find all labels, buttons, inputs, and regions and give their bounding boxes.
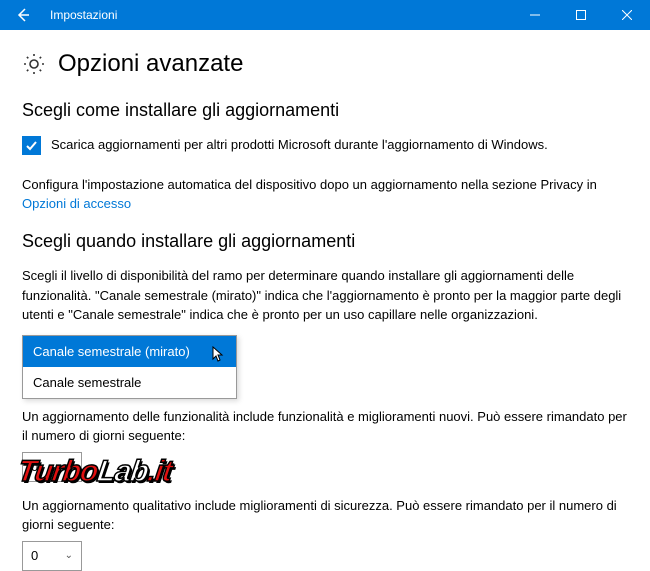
arrow-left-icon — [15, 7, 31, 23]
feature-defer-days-select[interactable]: 0 ⌄ — [22, 452, 82, 482]
check-icon — [25, 139, 38, 152]
section2-heading: Scegli quando installare gli aggiornamen… — [22, 231, 628, 252]
section1-heading: Scegli come installare gli aggiornamenti — [22, 100, 628, 121]
config-text: Configura l'impostazione automatica del … — [22, 175, 628, 195]
page-title: Opzioni avanzate — [58, 50, 243, 78]
dropdown-option-semiannual[interactable]: Canale semestrale — [23, 367, 236, 398]
checkbox-icon — [22, 136, 41, 155]
back-button[interactable] — [0, 0, 46, 30]
dropdown-option-targeted[interactable]: Canale semestrale (mirato) — [23, 336, 236, 367]
window-title: Impostazioni — [46, 0, 512, 30]
quality-defer-value: 0 — [31, 548, 38, 563]
quality-defer-days-select[interactable]: 0 ⌄ — [22, 541, 82, 571]
signin-options-link[interactable]: Opzioni di accesso — [22, 196, 131, 211]
minimize-button[interactable] — [512, 0, 558, 30]
content: Opzioni avanzate Scegli come installare … — [0, 30, 650, 571]
checkbox-other-products[interactable]: Scarica aggiornamenti per altri prodotti… — [22, 135, 628, 157]
window-controls — [512, 0, 650, 30]
chevron-down-icon: ⌄ — [65, 461, 73, 472]
quality-defer-text: Un aggiornamento qualitativo include mig… — [22, 496, 628, 535]
section2: Scegli quando installare gli aggiornamen… — [22, 231, 628, 571]
feature-defer-value: 0 — [31, 459, 38, 474]
feature-defer-text: Un aggiornamento delle funzionalità incl… — [22, 407, 628, 446]
maximize-button[interactable] — [558, 0, 604, 30]
checkbox-label: Scarica aggiornamenti per altri prodotti… — [51, 135, 548, 155]
dropdown-option-label: Canale semestrale (mirato) — [33, 344, 190, 359]
page-header: Opzioni avanzate — [22, 50, 628, 78]
section2-desc: Scegli il livello di disponibilità del r… — [22, 266, 628, 325]
close-icon — [622, 10, 632, 20]
cursor-icon — [212, 346, 226, 364]
minimize-icon — [530, 10, 540, 20]
titlebar: Impostazioni — [0, 0, 650, 30]
gear-icon — [22, 52, 46, 76]
maximize-icon — [576, 10, 586, 20]
chevron-down-icon: ⌄ — [65, 550, 73, 561]
branch-readiness-dropdown[interactable]: Canale semestrale (mirato) Canale semest… — [22, 335, 237, 399]
close-button[interactable] — [604, 0, 650, 30]
